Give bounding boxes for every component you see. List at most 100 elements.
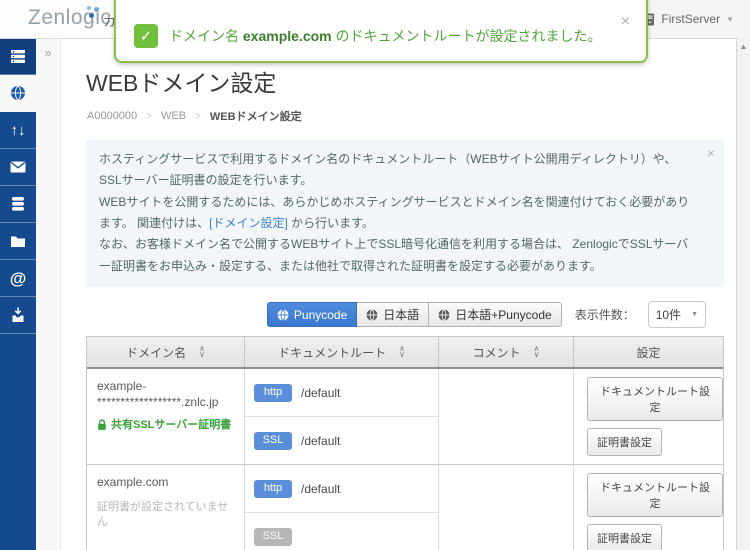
display-count-value: 10件 xyxy=(656,306,681,323)
scroll-up-arrow-icon[interactable]: ▲ xyxy=(737,38,750,51)
display-count-select[interactable]: 10件 ▼ xyxy=(648,301,706,328)
domain-table: ドメイン名 ∧∨ ドキュメントルート ∧∨ コメント ∧∨ 設定 exa xyxy=(86,336,724,550)
logo-dot-icon xyxy=(87,6,91,10)
main-content: WEBドメイン設定 A0000000 > WEB > WEBドメイン設定 × ホ… xyxy=(60,38,737,550)
breadcrumb-account[interactable]: A0000000 xyxy=(87,110,137,122)
sort-icons: ∧∨ xyxy=(199,346,205,358)
sidebar-item-mail[interactable] xyxy=(0,149,36,186)
ssl-badge-disabled: SSL xyxy=(254,528,292,546)
domain-name: ******************.znlc.jp xyxy=(97,394,234,410)
http-badge: http xyxy=(254,384,292,402)
docroot-path: /default xyxy=(301,482,340,496)
description-paragraph-3: なお、お客様ドメイン名で公開するWEBサイト上でSSL暗号化通信を利用する場合は… xyxy=(99,237,688,272)
ssl-docroot-row: SSL xyxy=(245,512,438,550)
column-header-docroot[interactable]: ドキュメントルート ∧∨ xyxy=(245,337,439,367)
chevron-down-icon: ▼ xyxy=(726,15,734,24)
certificate-status: 証明書が設定されていません xyxy=(97,500,234,530)
sidebar-item-transfer[interactable]: ↑↓ xyxy=(0,112,36,149)
http-docroot-row: http /default xyxy=(245,369,438,416)
table-toolbar: Punycode 日本語 日本語+Punycode xyxy=(86,301,724,328)
sort-down-icon[interactable]: ∨ xyxy=(199,352,205,358)
globe-icon xyxy=(10,85,26,101)
notification-text: のドキュメントルートが設定されました。 xyxy=(332,28,602,44)
sort-down-icon[interactable]: ∨ xyxy=(534,352,540,358)
breadcrumb-separator: > xyxy=(146,111,152,122)
toggle-label: Punycode xyxy=(294,308,347,322)
comment-cell xyxy=(439,369,574,464)
breadcrumb-separator: > xyxy=(195,111,201,122)
globe-icon xyxy=(438,309,450,321)
table-header-row: ドメイン名 ∧∨ ドキュメントルート ∧∨ コメント ∧∨ 設定 xyxy=(87,337,723,369)
docroot-settings-button[interactable]: ドキュメントルート設定 xyxy=(587,473,723,517)
breadcrumb-web[interactable]: WEB xyxy=(161,110,186,122)
sidebar-collapse-strip: » xyxy=(36,38,61,550)
globe-icon xyxy=(277,309,289,321)
toggle-label: 日本語 xyxy=(383,306,419,323)
logo-dot-icon xyxy=(94,7,99,12)
http-docroot-row: http /default xyxy=(245,465,438,512)
docroot-settings-button[interactable]: ドキュメントルート設定 xyxy=(587,377,723,421)
docroot-path: /default xyxy=(301,386,340,400)
notification-message: ドメイン名 example.com のドキュメントルートが設定されました。 xyxy=(169,26,602,46)
domain-name: example- xyxy=(97,378,234,394)
breadcrumb: A0000000 > WEB > WEBドメイン設定 xyxy=(87,108,737,124)
account-name: FirstServer xyxy=(661,12,720,26)
ssl-docroot-row: SSL /default xyxy=(245,416,438,464)
mail-icon xyxy=(10,161,26,173)
description-paragraph-2-end: から行います。 xyxy=(288,216,374,230)
toggle-punycode[interactable]: Punycode xyxy=(267,302,357,327)
settings-cell: ドキュメントルート設定 証明書設定 xyxy=(574,369,723,464)
notification-text: ドメイン名 xyxy=(169,28,243,44)
notification-domain: example.com xyxy=(243,28,332,44)
certificate-settings-button[interactable]: 証明書設定 xyxy=(587,524,662,550)
expand-sidebar-chevron-icon[interactable]: » xyxy=(36,38,60,60)
column-header-label: ドメイン名 xyxy=(126,344,186,361)
vertical-scrollbar[interactable]: ▲ xyxy=(736,38,750,550)
zenlogic-logo[interactable]: Zenlogic xyxy=(28,6,111,30)
sidebar-item-address[interactable]: @ xyxy=(0,260,36,297)
column-header-comment[interactable]: コメント ∧∨ xyxy=(439,337,574,367)
close-icon[interactable]: × xyxy=(707,146,715,160)
certificate-settings-button[interactable]: 証明書設定 xyxy=(587,428,662,456)
certificate-status: 共有SSLサーバー証明書 xyxy=(111,418,231,433)
breadcrumb-current: WEBドメイン設定 xyxy=(210,108,302,124)
http-badge: http xyxy=(254,480,292,498)
domain-settings-link[interactable]: [ドメイン設定] xyxy=(209,216,288,230)
description-box: × ホスティングサービスで利用するドメイン名のドキュメントルート（WEBサイト公… xyxy=(86,140,724,287)
sort-down-icon[interactable]: ∨ xyxy=(399,352,405,358)
table-row: example- ******************.znlc.jp 共有SS… xyxy=(87,369,723,464)
sidebar-item-web[interactable] xyxy=(0,75,36,112)
success-notification: ✓ ドメイン名 example.com のドキュメントルートが設定されました。 … xyxy=(114,0,648,63)
close-icon[interactable]: × xyxy=(621,14,630,30)
column-header-domain[interactable]: ドメイン名 ∧∨ xyxy=(87,337,245,367)
lock-icon xyxy=(97,419,107,431)
sidebar-item-services[interactable] xyxy=(0,38,36,75)
database-icon xyxy=(10,196,26,212)
logo-dot-icon xyxy=(89,13,94,18)
account-menu[interactable]: FirstServer ▼ xyxy=(632,0,750,38)
globe-icon xyxy=(366,309,378,321)
comment-cell xyxy=(439,465,574,550)
docroot-cell: http /default SSL xyxy=(245,465,439,550)
at-icon: @ xyxy=(10,270,27,287)
sidebar: ↑↓ @ xyxy=(0,38,36,550)
docroot-path: /default xyxy=(301,434,340,448)
domain-name: example.com xyxy=(97,474,234,490)
chevron-down-icon: ▼ xyxy=(691,311,698,318)
display-mode-toggle-group: Punycode 日本語 日本語+Punycode xyxy=(267,302,562,327)
sidebar-item-database[interactable] xyxy=(0,186,36,223)
column-header-label: コメント xyxy=(473,344,521,361)
settings-cell: ドキュメントルート設定 証明書設定 xyxy=(574,465,723,550)
table-row: example.com 証明書が設定されていません http /default … xyxy=(87,464,723,550)
domain-cell: example.com 証明書が設定されていません xyxy=(87,465,245,550)
column-header-settings: 設定 xyxy=(574,337,723,367)
toggle-label: 日本語+Punycode xyxy=(455,306,551,323)
inbox-download-icon xyxy=(10,307,26,323)
ssl-badge: SSL xyxy=(254,432,292,450)
toggle-japanese-punycode[interactable]: 日本語+Punycode xyxy=(429,302,561,327)
sidebar-item-files[interactable] xyxy=(0,223,36,260)
sidebar-item-deploy[interactable] xyxy=(0,297,36,334)
toggle-japanese[interactable]: 日本語 xyxy=(357,302,429,327)
transfer-arrows-icon: ↑↓ xyxy=(11,123,26,138)
folder-icon xyxy=(10,235,26,248)
